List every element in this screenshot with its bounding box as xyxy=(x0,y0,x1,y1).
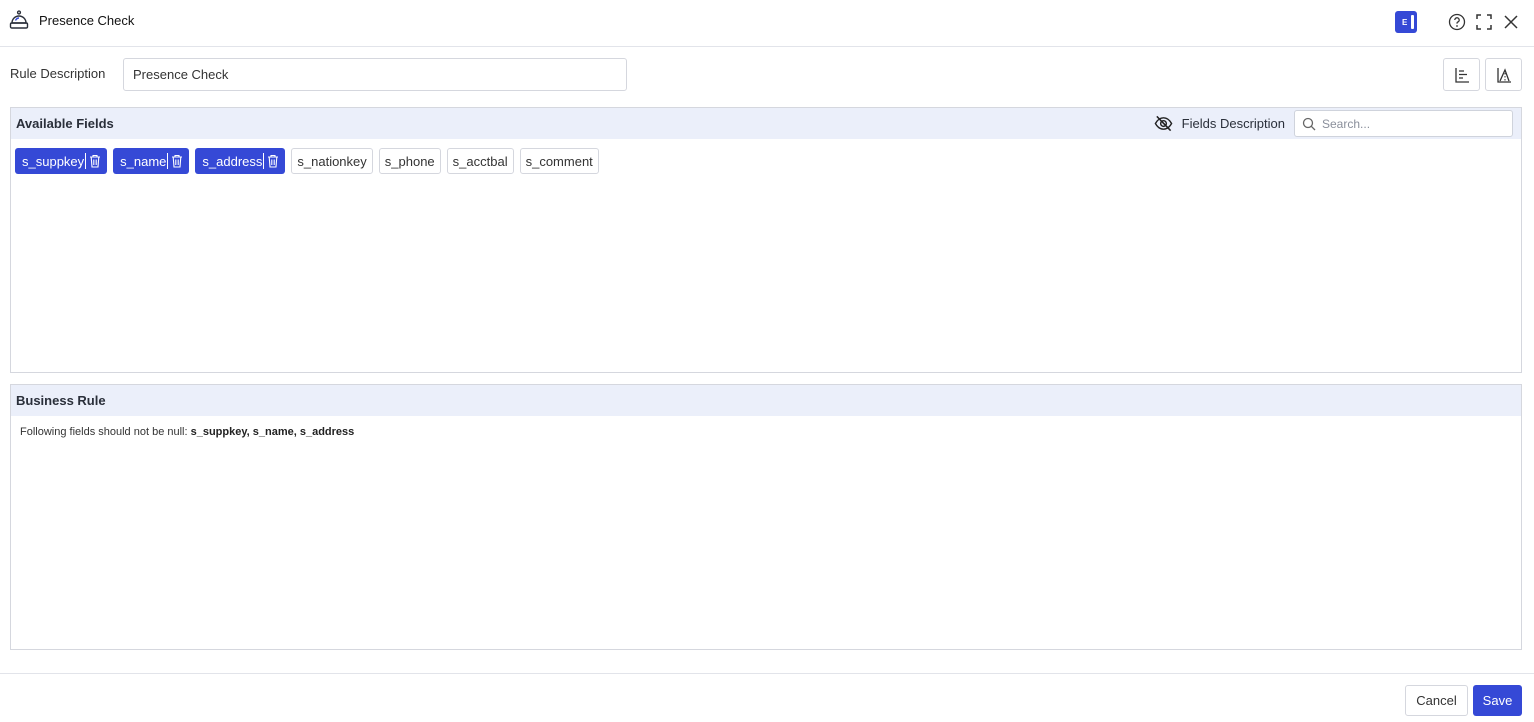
available-fields-title: Available Fields xyxy=(16,116,114,131)
save-button[interactable]: Save xyxy=(1473,685,1522,716)
editor-badge-letter: E xyxy=(1402,17,1408,27)
field-chip-label: s_address xyxy=(202,153,263,169)
dialog-title: Presence Check xyxy=(39,13,135,28)
fields-search-input[interactable] xyxy=(1322,116,1502,131)
field-chip[interactable]: s_comment xyxy=(519,148,599,174)
fields-search-box xyxy=(1294,110,1513,137)
business-rule-header: Business Rule xyxy=(11,385,1521,416)
field-chip-label: s_suppkey xyxy=(22,153,85,169)
distribution-chart-icon xyxy=(1496,67,1511,83)
business-rule-fields: s_suppkey, s_name, s_address xyxy=(190,426,355,438)
rule-description-label: Rule Description xyxy=(10,66,106,81)
header-actions: E xyxy=(1395,11,1520,33)
cancel-button[interactable]: Cancel xyxy=(1405,685,1468,716)
field-chip-selected[interactable]: s_address xyxy=(195,148,286,174)
business-rule-prefix: Following fields should not be null: xyxy=(20,426,188,438)
fields-description-label: Fields Description xyxy=(1181,116,1285,131)
dialog-footer: Cancel Save xyxy=(0,673,1534,722)
field-chip-selected[interactable]: s_name xyxy=(113,148,190,174)
close-icon[interactable] xyxy=(1502,13,1520,31)
business-rule-title: Business Rule xyxy=(16,393,106,408)
trash-icon[interactable] xyxy=(171,154,183,168)
field-chip[interactable]: s_acctbal xyxy=(446,148,514,174)
chip-divider xyxy=(85,153,87,169)
trash-icon[interactable] xyxy=(89,154,101,168)
field-chip-label: s_name xyxy=(120,153,167,169)
align-view-button[interactable] xyxy=(1443,58,1480,91)
chip-divider xyxy=(167,153,169,169)
help-circle-icon[interactable] xyxy=(1448,13,1466,31)
rule-description-input[interactable] xyxy=(123,58,627,91)
available-fields-header: Available Fields Fields Description xyxy=(11,108,1521,139)
fields-description-toggle: Fields Description xyxy=(1154,114,1285,133)
field-chip[interactable]: s_phone xyxy=(378,148,441,174)
distribution-view-button[interactable] xyxy=(1485,58,1522,91)
field-chip-list: s_suppkey s_name s_address s_nationkey s… xyxy=(11,139,1521,174)
business-rule-panel: Business Rule Following fields should no… xyxy=(10,384,1522,650)
field-chip-selected[interactable]: s_suppkey xyxy=(15,148,108,174)
chip-divider xyxy=(263,153,265,169)
trash-icon[interactable] xyxy=(267,154,279,168)
fullscreen-icon[interactable] xyxy=(1475,13,1493,31)
editor-badge[interactable]: E xyxy=(1395,11,1417,33)
align-left-chart-icon xyxy=(1454,67,1469,83)
available-fields-panel: Available Fields Fields Description s_su… xyxy=(10,107,1522,373)
rule-bell-icon xyxy=(9,10,29,29)
search-icon xyxy=(1302,117,1316,130)
dialog-header: Presence Check E xyxy=(0,0,1534,47)
eye-off-icon[interactable] xyxy=(1154,114,1173,133)
field-chip[interactable]: s_nationkey xyxy=(291,148,373,174)
business-rule-text: Following fields should not be null: s_s… xyxy=(11,416,1521,438)
